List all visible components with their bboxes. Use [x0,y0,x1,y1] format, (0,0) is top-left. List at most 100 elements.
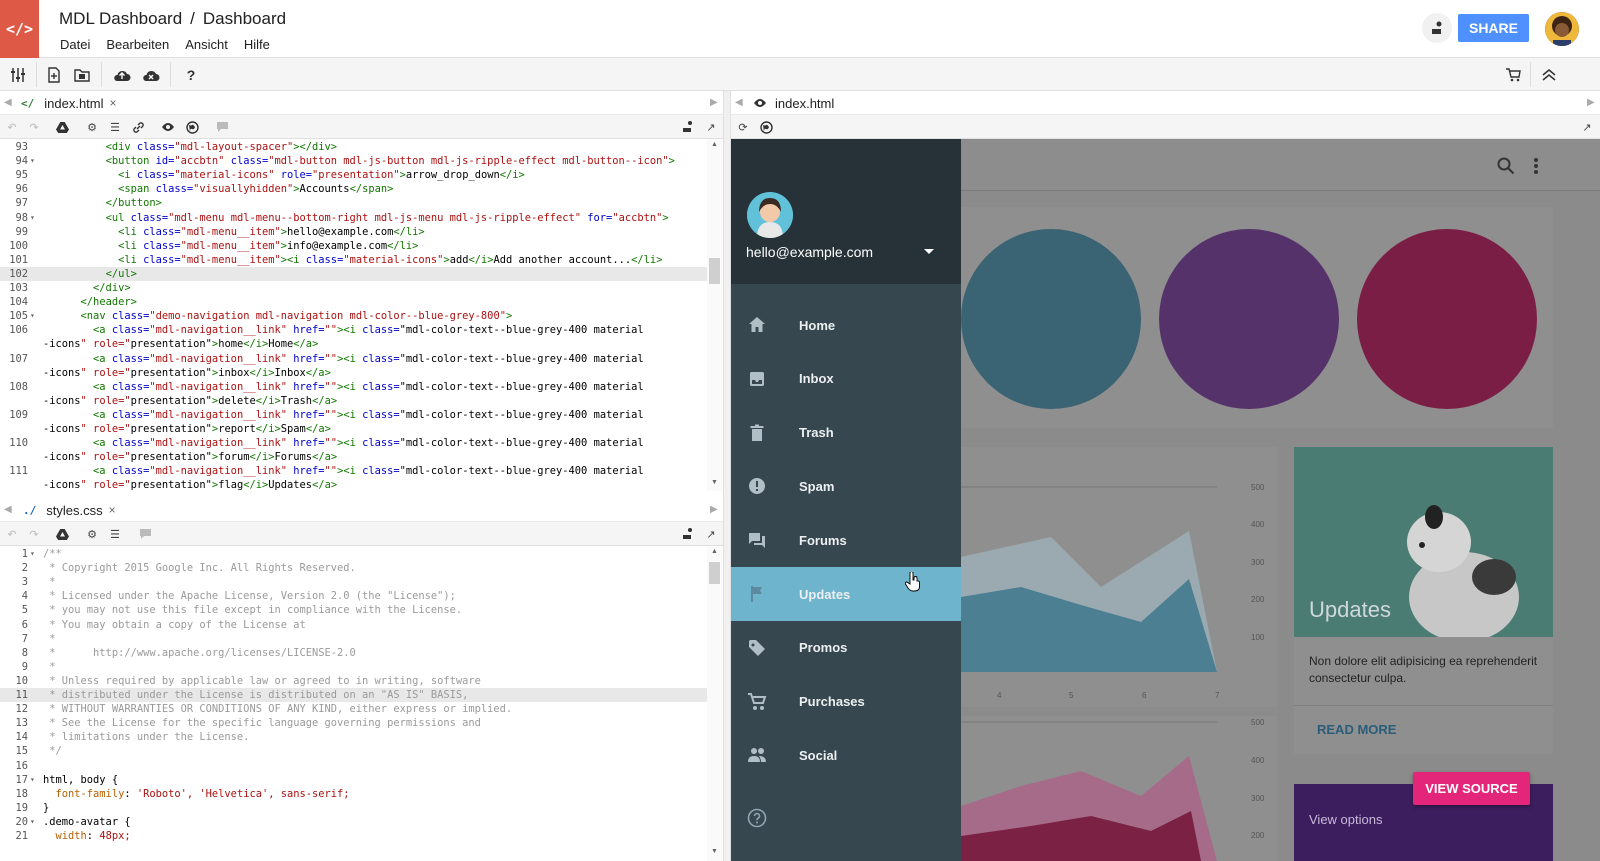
drawer-item-trash[interactable]: Trash [731,406,961,460]
fold-toggle-icon[interactable]: ▾ [30,547,35,561]
gear-icon[interactable]: ⚙ [84,119,100,135]
fold-toggle-icon[interactable]: ▾ [30,211,35,225]
redo-icon[interactable]: ↷ [26,526,42,542]
help-icon[interactable]: ? [182,66,200,84]
menu-hilfe[interactable]: Hilfe [244,37,270,52]
code-line[interactable]: 106 <a class="mdl-navigation__link" href… [0,323,707,337]
collaborate-icon[interactable] [680,526,696,542]
more-vert-icon[interactable] [1533,157,1539,175]
code-line[interactable]: 8 * http://www.apache.org/licenses/LICEN… [0,646,707,660]
tab-scroll-right-icon[interactable]: ▶ [1587,97,1595,108]
collaborate-icon[interactable] [680,119,696,135]
code-line[interactable]: 104 </header> [0,295,707,309]
code-line[interactable]: 4 * Licensed under the Apache License, V… [0,589,707,603]
code-line[interactable]: 16 [0,759,707,773]
format-lines-icon[interactable]: ☰ [107,526,123,542]
code-editor-html[interactable]: 93 <div class="mdl-layout-spacer"></div>… [0,139,707,491]
code-line[interactable]: 98 ▾ <ul class="mdl-menu mdl-menu--bottom… [0,211,707,225]
collaborate-button[interactable] [1422,13,1452,43]
code-line[interactable]: 20 ▾ .demo-avatar { [0,815,707,829]
code-line[interactable]: -icons" role="presentation">inbox</i>Inb… [0,366,707,380]
code-line[interactable]: 13 * See the License for the specific la… [0,716,707,730]
undo-icon[interactable]: ↶ [4,526,20,542]
tab-index-html[interactable]: </ index.html × [21,91,117,115]
expand-icon[interactable]: ↗ [703,526,719,542]
code-line[interactable]: 100 <li class="mdl-menu__item">info@exam… [0,239,707,253]
code-line[interactable]: 1 ▾ /** [0,547,707,561]
app-logo[interactable]: </> [0,0,39,58]
cloud-delete-icon[interactable] [142,66,160,84]
code-line[interactable]: -icons" role="presentation">flag</i>Upda… [0,478,707,491]
expand-icon[interactable]: ↗ [1579,119,1595,135]
scroll-down-icon[interactable]: ▼ [711,479,718,486]
code-line[interactable]: 103 </div> [0,281,707,295]
code-line[interactable]: 15 */ [0,744,707,758]
tab-close-icon[interactable]: × [110,96,117,110]
editor-scrollbar-html[interactable]: ▲ ▼ [707,139,722,491]
drawer-item-social[interactable]: Social [731,728,961,782]
globe-icon[interactable] [758,119,774,135]
drawer-item-purchases[interactable]: Purchases [731,675,961,729]
drawer-item-spam[interactable]: Spam [731,459,961,513]
code-line[interactable]: 11 * distributed under the License is di… [0,688,707,703]
tab-styles-css[interactable]: ./ styles.css × [23,498,116,522]
drive-icon[interactable] [54,526,70,542]
code-line[interactable]: 101 <li class="mdl-menu__item"><i class=… [0,253,707,267]
code-line[interactable]: 10 * Unless required by applicable law o… [0,674,707,688]
code-line[interactable]: -icons" role="presentation">delete</i>Tr… [0,394,707,408]
code-line[interactable]: 97 </button> [0,196,707,210]
tab-close-icon[interactable]: × [109,503,116,517]
code-editor-css[interactable]: 1 ▾/** 2 * Copyright 2015 Google Inc. All … [0,546,707,861]
scrollbar-thumb[interactable] [709,562,720,584]
drawer-item-inbox[interactable]: Inbox [731,352,961,406]
undo-icon[interactable]: ↶ [4,119,20,135]
menu-bearbeiten[interactable]: Bearbeiten [106,37,169,52]
scroll-up-icon[interactable]: ▲ [711,548,718,555]
link-icon[interactable] [130,119,146,135]
menu-ansicht[interactable]: Ansicht [185,37,228,52]
fold-toggle-icon[interactable]: ▾ [30,815,35,829]
code-line[interactable]: 19} [0,801,707,815]
drawer-item-updates[interactable]: Updates [731,567,961,621]
code-line[interactable]: 14 * limitations under the License. [0,730,707,744]
globe-icon[interactable] [184,119,200,135]
expand-icon[interactable]: ↗ [703,119,719,135]
code-line[interactable]: -icons" role="presentation">forum</i>For… [0,450,707,464]
tab-scroll-left-icon[interactable]: ◀ [4,504,12,515]
code-line[interactable]: 93 <div class="mdl-layout-spacer"></div> [0,140,707,154]
settings-sliders-icon[interactable] [9,66,27,84]
redo-icon[interactable]: ↷ [26,119,42,135]
comment-icon[interactable] [214,119,230,135]
code-line[interactable]: 3 * [0,575,707,589]
scrollbar-thumb[interactable] [709,258,720,284]
tab-scroll-left-icon[interactable]: ◀ [4,97,12,108]
fold-toggle-icon[interactable]: ▾ [30,773,35,787]
project-name[interactable]: MDL Dashboard [59,9,182,28]
view-options-label[interactable]: View options [1309,812,1382,827]
code-line[interactable]: 5 * you may not use this file except in … [0,603,707,617]
user-avatar[interactable] [1545,12,1579,46]
code-line[interactable]: 17 ▾ html, body { [0,773,707,787]
cart-icon[interactable] [1504,66,1522,84]
code-line[interactable]: 96 <span class="visuallyhidden">Accounts… [0,182,707,196]
code-line[interactable]: 21 width: 48px; [0,829,707,843]
collapse-up-icon[interactable] [1540,66,1558,84]
code-line[interactable]: 18 font-family: 'Roboto', 'Helvetica', s… [0,787,707,801]
menu-datei[interactable]: Datei [60,37,90,52]
code-line[interactable]: 7 * [0,632,707,646]
code-line[interactable]: 110 <a class="mdl-navigation__link" href… [0,436,707,450]
drawer-item-promos[interactable]: Promos [731,621,961,675]
code-line[interactable]: 94 ▾ <button id="accbtn" class="mdl-butto… [0,154,707,168]
drawer-item-home[interactable]: Home [731,298,961,352]
code-line[interactable]: -icons" role="presentation">home</i>Home… [0,337,707,351]
pane-splitter[interactable] [723,91,731,861]
reload-icon[interactable]: ⟳ [735,119,751,135]
search-icon[interactable] [1497,157,1515,175]
view-source-button[interactable]: VIEW SOURCE [1413,772,1530,805]
code-line[interactable]: 99 <li class="mdl-menu__item">hello@exam… [0,225,707,239]
fold-toggle-icon[interactable]: ▾ [30,309,35,323]
code-line[interactable]: 9 * [0,660,707,674]
drive-icon[interactable] [54,119,70,135]
new-file-icon[interactable] [45,66,63,84]
editor-scrollbar-css[interactable]: ▲ ▼ [707,546,722,861]
